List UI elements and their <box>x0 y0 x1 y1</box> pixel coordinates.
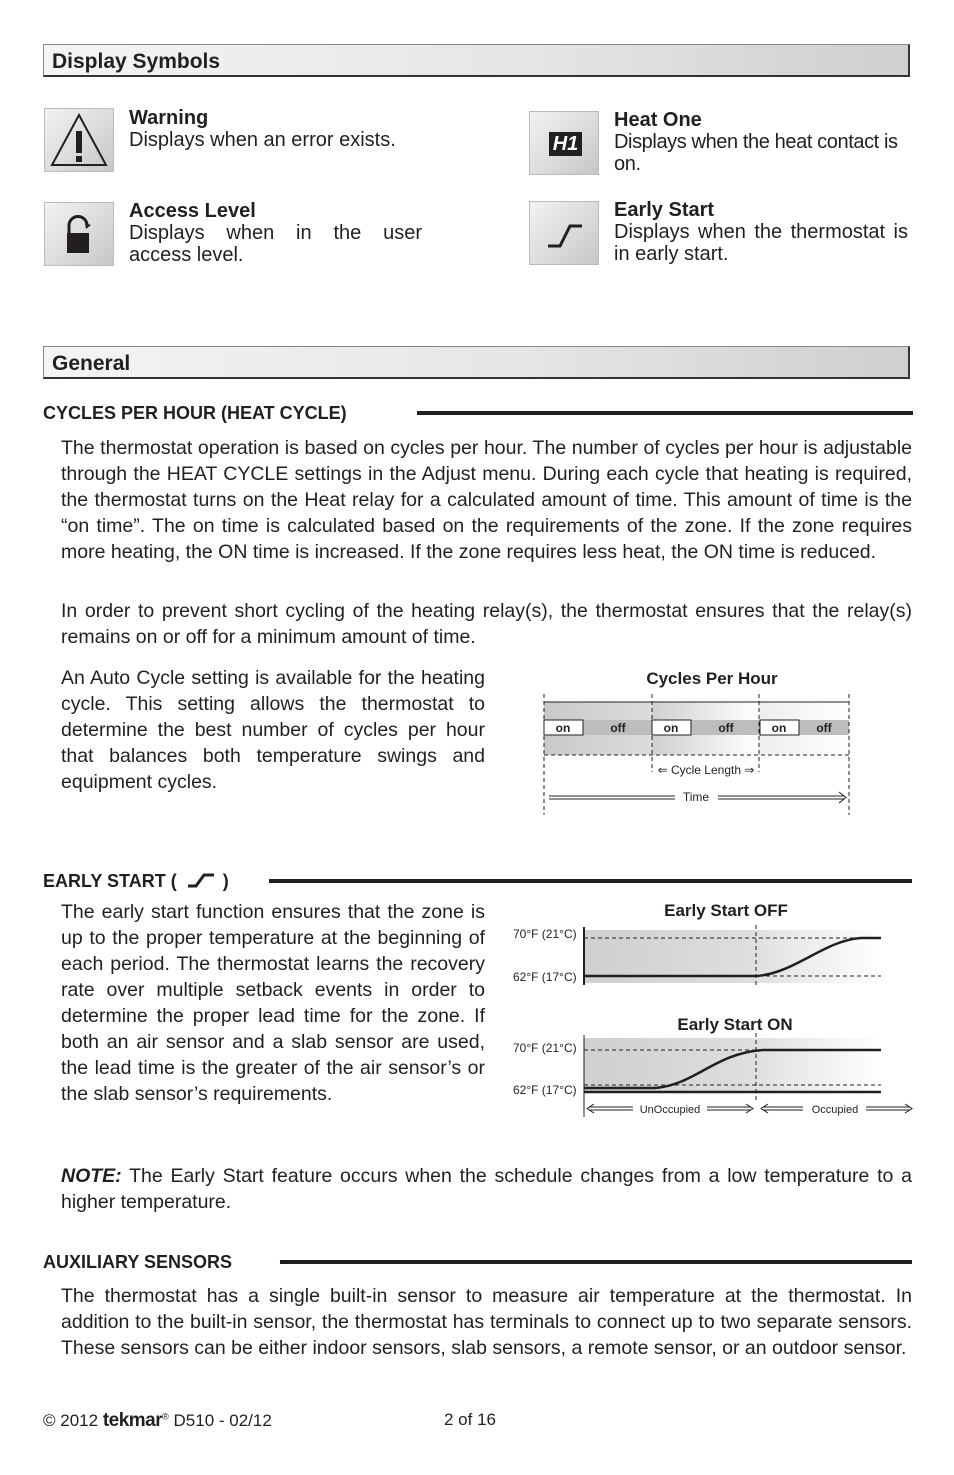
symbol-title-heat-one: Heat One <box>614 109 702 131</box>
early-start-on-title: Early Start ON <box>677 1015 792 1034</box>
off-high-label: 70°F (21°C) <box>513 927 577 941</box>
copyright: © 2012 <box>43 1411 99 1430</box>
diagram-title: Cycles Per Hour <box>646 669 778 688</box>
heat-one-icon-label: H1 <box>549 132 582 156</box>
subheading-auxiliary-sensors: AUXILIARY SENSORS <box>43 1252 233 1272</box>
early-start-paragraph: The early start function ensures that th… <box>61 901 485 1105</box>
cycles-per-hour-diagram: Cycles Per Hour on off on off on off ⇐ C… <box>543 669 850 815</box>
early-start-heading-prefix: EARLY START ( <box>43 871 177 891</box>
off-label: off <box>816 721 832 735</box>
symbol-title-early-start: Early Start <box>614 199 715 221</box>
cycle-length-label: ⇐ Cycle Length ⇒ <box>658 763 755 777</box>
heading-rule <box>280 1260 912 1264</box>
heat-one-icon: H1 <box>529 111 599 175</box>
symbol-title-access-level: Access Level <box>129 200 256 222</box>
cycles-paragraph-1: The thermostat operation is based on cyc… <box>61 437 912 563</box>
symbol-desc-heat-one: Displays when the heat contact is on. <box>614 131 898 175</box>
on-label: on <box>772 721 787 735</box>
off-label: off <box>718 721 734 735</box>
on-high-label: 70°F (21°C) <box>513 1041 577 1055</box>
section-header-general: General <box>43 346 910 379</box>
document-id: D510 - 02/12 <box>173 1411 272 1430</box>
symbol-desc-warning: Displays when an error exists. <box>129 129 396 151</box>
note-label: NOTE: <box>61 1165 122 1187</box>
symbol-desc-early-start: Displays when the thermostat is in early… <box>614 221 908 265</box>
section-title: Display Symbols <box>52 50 221 73</box>
cycles-paragraph-2: In order to prevent short cycling of the… <box>61 600 912 648</box>
brand-logo: tekmar <box>102 1410 163 1431</box>
early-start-heading-suffix: ) <box>222 871 229 891</box>
registered-mark: ® <box>162 1411 169 1422</box>
unoccupied-label: UnOccupied <box>640 1104 701 1116</box>
section-title: General <box>52 352 131 375</box>
lock-icon <box>44 202 114 266</box>
note-text: The Early Start feature occurs when the … <box>61 1165 912 1213</box>
on-label: on <box>664 721 679 735</box>
subheading-early-start: EARLY START ( ) <box>43 871 229 892</box>
page-number: 2 of 16 <box>444 1410 496 1429</box>
heading-rule <box>269 879 912 883</box>
symbol-desc-access-level: Displays when in the user access level. <box>129 222 422 266</box>
time-label: Time <box>683 790 710 804</box>
footer-left: © 2012 tekmar® D510 - 02/12 <box>43 1410 272 1432</box>
section-header-display-symbols: Display Symbols <box>43 44 910 77</box>
on-label: on <box>556 721 571 735</box>
warning-icon <box>44 108 114 172</box>
on-band <box>584 1038 881 1091</box>
occupied-label: Occupied <box>812 1104 858 1116</box>
early-start-off-title: Early Start OFF <box>664 901 788 920</box>
off-low-label: 62°F (17°C) <box>513 970 577 984</box>
early-start-diagrams: Early Start OFF 70°F (21°C) 62°F (17°C) … <box>513 901 913 1117</box>
auxiliary-paragraph: The thermostat has a single built-in sen… <box>61 1285 912 1359</box>
on-low-label: 62°F (17°C) <box>513 1083 577 1097</box>
subheading-cycles-per-hour: CYCLES PER HOUR (HEAT CYCLE) <box>43 403 347 423</box>
early-start-note: NOTE: The Early Start feature occurs whe… <box>61 1163 912 1215</box>
early-start-icon <box>187 873 214 888</box>
heading-rule <box>417 411 913 415</box>
early-start-icon <box>529 201 599 265</box>
off-strip <box>544 720 849 735</box>
symbol-title-warning: Warning <box>129 107 209 129</box>
off-label: off <box>610 721 626 735</box>
cycles-paragraph-3: An Auto Cycle setting is available for t… <box>61 667 485 793</box>
